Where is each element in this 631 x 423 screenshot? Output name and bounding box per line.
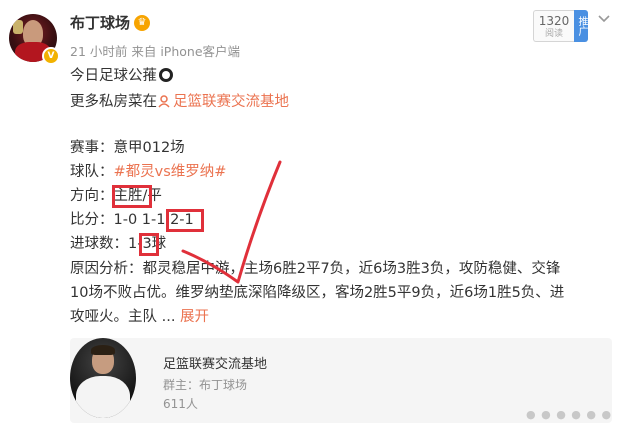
post-line-2-text: 更多私房菜在	[70, 94, 157, 110]
image-pager-dots: ● ● ● ● ● ●	[526, 408, 613, 421]
verified-badge-icon: V	[42, 47, 60, 65]
group-card-members: 611人	[163, 397, 198, 411]
crown-icon: ♛	[134, 15, 150, 31]
annotation-box-direction	[112, 185, 152, 208]
promotion-tag: 推广	[574, 10, 588, 42]
read-count-label: 阅读	[544, 29, 563, 39]
post-line-2: 更多私房菜在 足篮联赛交流基地	[70, 92, 289, 112]
group-link-label: 足篮联赛交流基地	[173, 94, 289, 110]
expand-link[interactable]: 展开	[180, 309, 209, 325]
group-avatar-jersey	[76, 376, 130, 418]
annotation-box-goals	[139, 233, 159, 256]
chevron-down-icon[interactable]	[597, 12, 611, 26]
teams-label: 球队：	[70, 164, 114, 180]
group-card-owner: 群主：布丁球场	[163, 378, 248, 392]
analysis-line-3-text: 攻哑火。主队 ...	[70, 309, 181, 325]
event-line: 赛事：意甲012场	[70, 140, 185, 156]
avatar-trophy	[13, 20, 23, 34]
post-line-1: 今日足球公蓷	[70, 66, 173, 86]
teams-topic-link[interactable]: #都灵vs维罗纳#	[114, 164, 227, 180]
analysis-line-3: 攻哑火。主队 ... 展开	[70, 307, 209, 327]
people-icon	[158, 95, 170, 108]
post-meta: 21 小时前 来自 iPhone客户端	[70, 44, 241, 59]
teams-line: 球队：#都灵vs维罗纳#	[70, 162, 226, 182]
analysis-line-1: 原因分析：都灵稳居中游，主场6胜2平7负，近6场3胜3负，攻防稳健、交锋	[70, 261, 561, 277]
group-link[interactable]: 足篮联赛交流基地	[157, 94, 289, 110]
soccer-ball-icon	[159, 68, 173, 82]
analysis-line-2: 10场不败占优。维罗纳垫底深陷降级区，客场2胜5平9负，近6场1胜5负、进	[70, 285, 565, 301]
author-name[interactable]: 布丁球场	[70, 12, 130, 33]
read-count: 1320	[538, 14, 570, 28]
annotation-box-score	[166, 209, 204, 232]
group-avatar-hair	[91, 345, 115, 355]
group-avatar	[70, 338, 136, 418]
post-line-1-text: 今日足球公蓷	[70, 68, 157, 84]
group-card-title[interactable]: 足篮联赛交流基地	[163, 353, 267, 372]
read-counter: 1320 阅读	[533, 10, 574, 42]
